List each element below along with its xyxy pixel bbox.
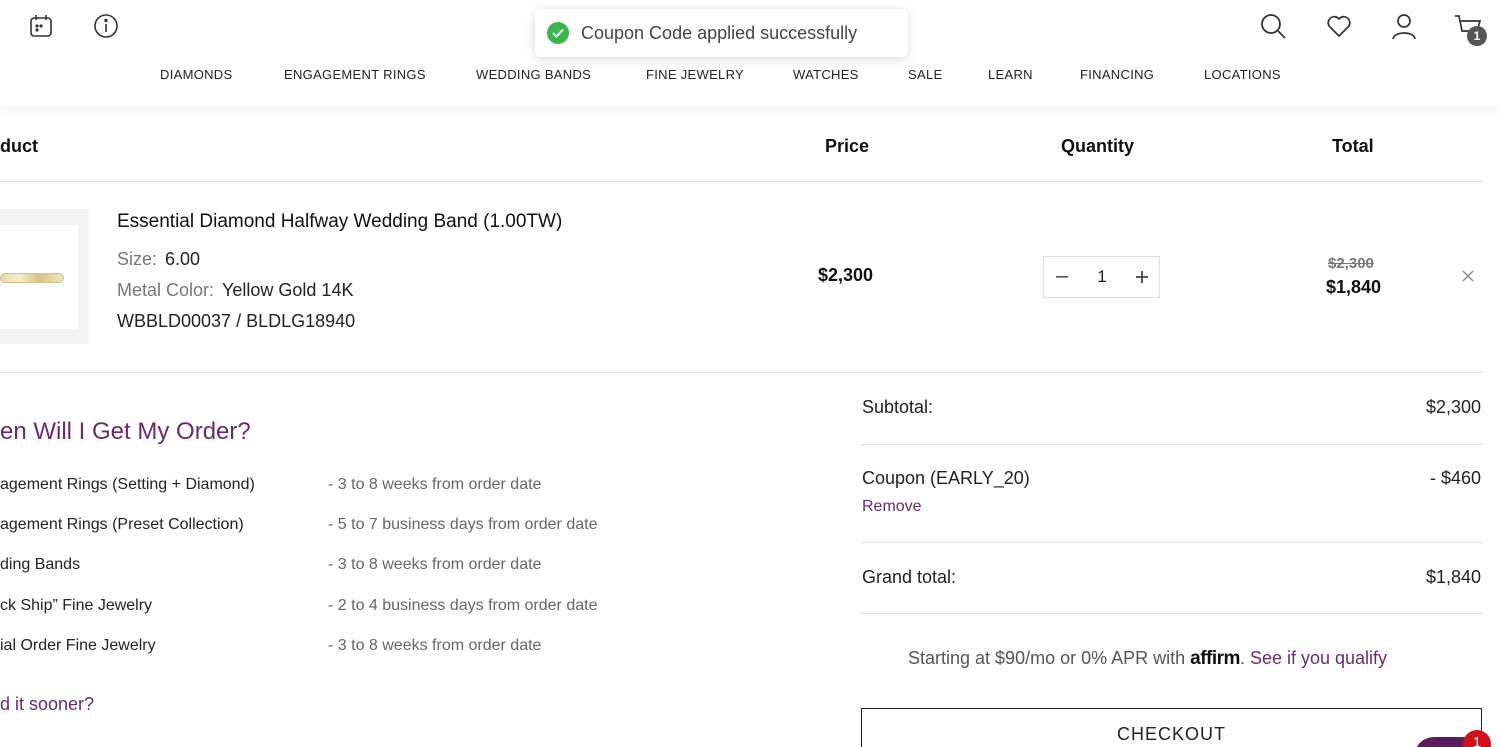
cart-icon[interactable]: 1 [1453, 12, 1487, 46]
divider [0, 372, 1482, 373]
calendar-icon[interactable] [27, 12, 55, 40]
close-icon[interactable] [1458, 266, 1478, 286]
product-title[interactable]: Essential Diamond Halfway Wedding Band (… [117, 211, 562, 233]
nav-locations[interactable]: LOCATIONS [1204, 67, 1281, 82]
subtotal-value: $2,300 [1425, 397, 1481, 417]
product-sku: WBBLD00037 / BLDLG18940 [117, 311, 356, 331]
need-it-sooner-link[interactable]: d it sooner? [0, 694, 94, 715]
divider [861, 613, 1482, 614]
user-icon[interactable] [1390, 12, 1418, 40]
nav-learn[interactable]: LEARN [988, 67, 1033, 82]
affirm-qualify-link[interactable]: See if you qualify [1250, 648, 1387, 668]
nav-sale[interactable]: SALE [908, 67, 942, 82]
delivery-row-label: ial Order Fine Jewelry [0, 637, 156, 654]
checkout-button[interactable]: CHECKOUT [861, 708, 1482, 747]
heart-icon[interactable] [1325, 12, 1353, 40]
check-icon [547, 22, 569, 44]
delivery-row-value: - 5 to 7 business days from order date [328, 516, 598, 533]
size-value: 6.00 [165, 249, 201, 269]
nav-wedding-bands[interactable]: WEDDING BANDS [476, 67, 591, 82]
nav-watches[interactable]: WATCHES [793, 67, 859, 82]
column-header-quantity: Quantity [1061, 136, 1135, 156]
divider [0, 181, 1482, 182]
grand-total-value: $1,840 [1425, 567, 1481, 587]
subtotal-label: Subtotal: [862, 397, 934, 417]
divider [861, 542, 1482, 543]
quantity-value[interactable]: 1 [1080, 257, 1124, 297]
delivery-row-value: - 3 to 8 weeks from order date [328, 556, 542, 573]
product-thumbnail[interactable] [0, 209, 89, 344]
divider [861, 444, 1482, 445]
discounted-total: $1,840 [1326, 277, 1382, 297]
delivery-title: en Will I Get My Order? [0, 418, 251, 445]
success-toast: Coupon Code applied successfully [535, 9, 908, 57]
plus-icon[interactable] [1124, 257, 1160, 297]
product-metal: Metal Color: Yellow Gold 14K [117, 280, 353, 301]
coupon-label: Coupon (EARLY_20) [862, 468, 1030, 488]
column-header-price: Price [825, 136, 870, 156]
affirm-logo: affirm [1190, 648, 1240, 669]
delivery-row-label: ck Ship” Fine Jewelry [0, 597, 153, 614]
wedding-band-image [0, 273, 64, 283]
cart-count-badge: 1 [1467, 26, 1487, 46]
nav-engagement-rings[interactable]: ENGAGEMENT RINGS [284, 67, 426, 82]
original-total: $2,300 [1328, 255, 1374, 272]
size-label: Size: [117, 249, 158, 269]
financing-text: Starting at $90/mo or 0% APR with [908, 648, 1191, 668]
delivery-row-label: agement Rings (Preset Collection) [0, 516, 244, 533]
delivery-row-value: - 3 to 8 weeks from order date [328, 476, 542, 493]
metal-value: Yellow Gold 14K [222, 280, 354, 300]
delivery-row-value: - 2 to 4 business days from order date [328, 597, 598, 614]
metal-label: Metal Color: [117, 280, 215, 300]
minus-icon[interactable] [1044, 257, 1080, 297]
nav-diamonds[interactable]: DIAMONDS [160, 67, 232, 82]
product-size: Size: 6.00 [117, 249, 200, 270]
delivery-row-label: agement Rings (Setting + Diamond) [0, 476, 255, 493]
remove-coupon-link[interactable]: Remove [862, 498, 922, 516]
toast-message: Coupon Code applied successfully [581, 22, 858, 43]
nav-fine-jewelry[interactable]: FINE JEWELRY [646, 67, 744, 82]
product-image [0, 225, 78, 329]
item-price: $2,300 [818, 265, 874, 285]
coupon-value: - $460 [1429, 468, 1481, 488]
delivery-row-value: - 3 to 8 weeks from order date [328, 637, 542, 654]
main-nav: DIAMONDS ENGAGEMENT RINGS WEDDING BANDS … [0, 67, 1500, 85]
chat-badge: 1 [1463, 730, 1491, 747]
delivery-row-label: ding Bands [0, 556, 81, 573]
grand-total-label: Grand total: [862, 567, 957, 587]
column-header-total: Total [1332, 136, 1374, 156]
financing-message: Starting at $90/mo or 0% APR with affirm… [908, 648, 1388, 669]
search-icon[interactable] [1259, 12, 1287, 40]
quantity-stepper: 1 [1043, 256, 1160, 298]
nav-financing[interactable]: FINANCING [1080, 67, 1154, 82]
info-icon[interactable] [92, 12, 120, 40]
column-header-product: duct [0, 136, 38, 156]
